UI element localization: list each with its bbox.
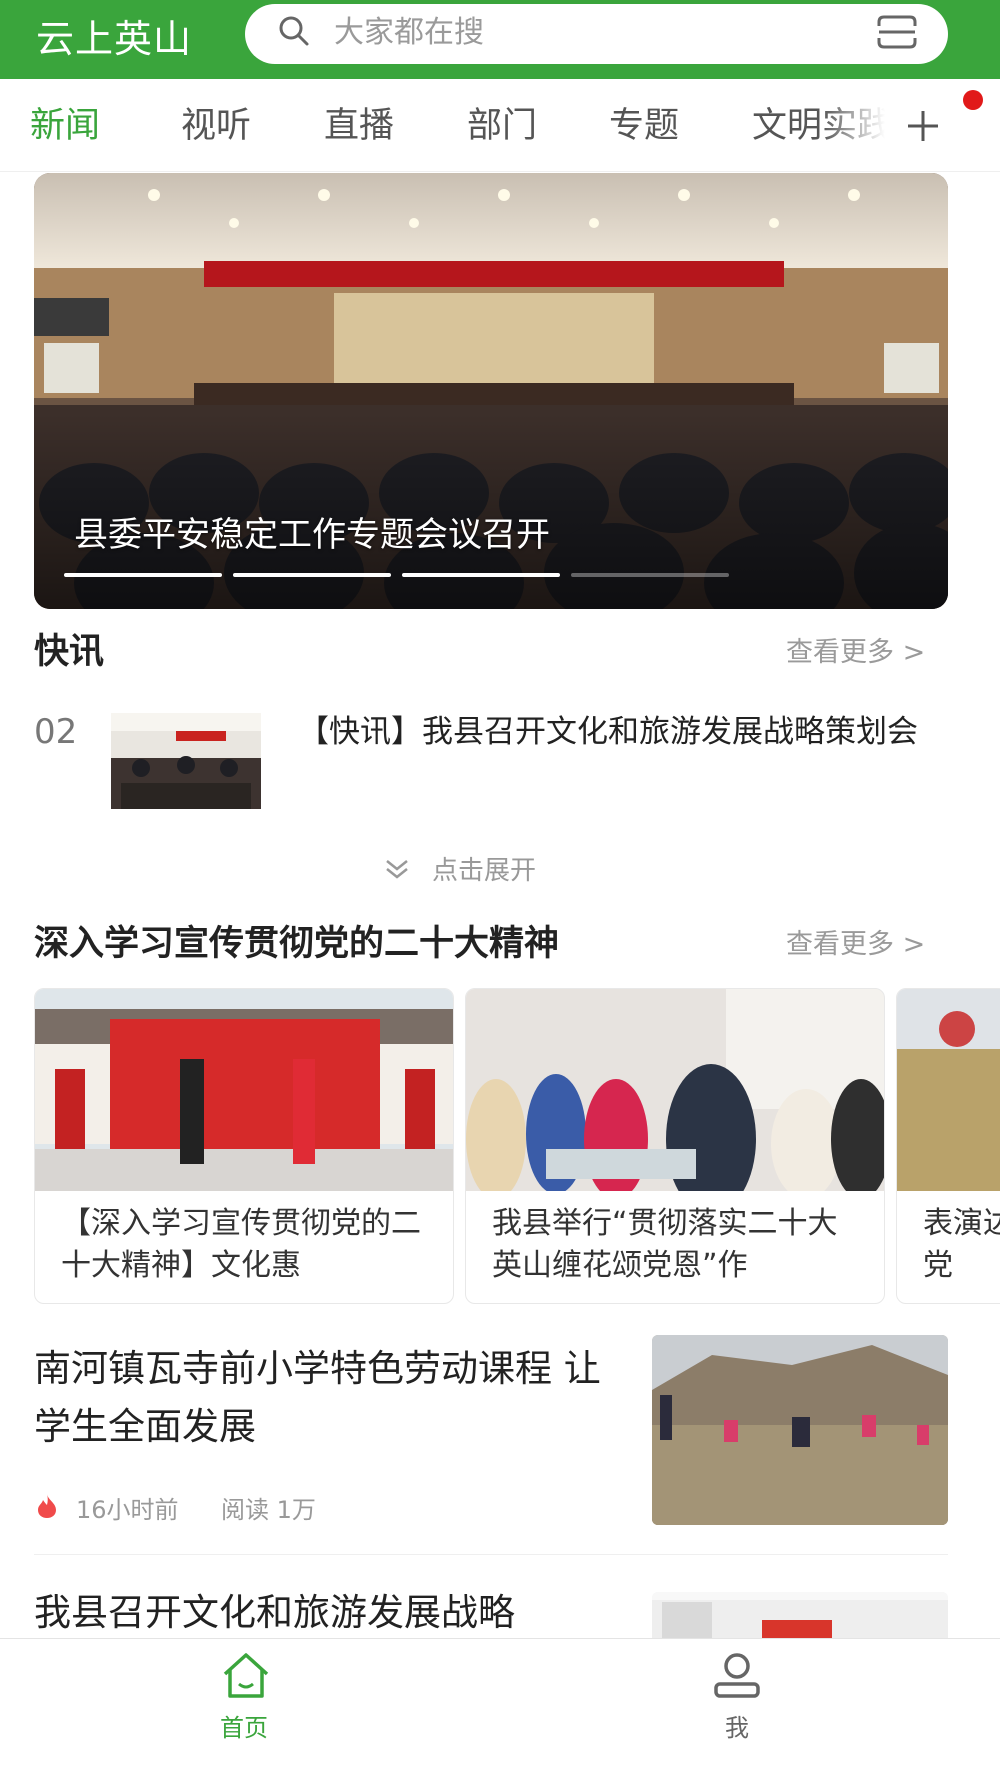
carousel-dot[interactable] xyxy=(64,573,222,577)
article-time: 16小时前 xyxy=(76,1496,179,1524)
tab-audio-video[interactable]: 视听 xyxy=(181,96,251,156)
app-title: 云上英山 xyxy=(36,17,193,61)
notification-dot xyxy=(963,90,983,110)
chevron-down-icon xyxy=(386,860,408,879)
home-icon[interactable] xyxy=(219,1650,273,1702)
carousel-dot[interactable] xyxy=(571,573,729,577)
article-title[interactable]: 我县召开文化和旅游发展战略 xyxy=(34,1584,614,1642)
user-icon[interactable] xyxy=(710,1650,764,1702)
tab-live[interactable]: 直播 xyxy=(324,96,394,156)
tab-news[interactable]: 新闻 xyxy=(30,96,100,156)
flash-thumbnail[interactable] xyxy=(111,713,261,809)
add-channel-icon[interactable] xyxy=(905,108,941,144)
nav-home-label[interactable]: 首页 xyxy=(220,1708,268,1743)
scan-icon[interactable] xyxy=(876,14,918,50)
expand-button[interactable]: 点击展开 xyxy=(432,850,536,887)
fire-icon xyxy=(38,1494,56,1518)
flash-section-title: 快讯 xyxy=(34,632,105,672)
carousel-dot-active[interactable] xyxy=(402,573,560,577)
tab-overflow-fade xyxy=(822,90,912,160)
article-divider xyxy=(34,1554,948,1555)
topic-card-text: 我县举行“贯彻落实二十大 英山缠花颂党恩”作 xyxy=(492,1206,838,1283)
article-title[interactable]: 南河镇瓦寺前小学特色劳动课程 让学生全面发展 xyxy=(34,1340,614,1456)
flash-headline[interactable]: 【快讯】我县召开文化和旅游发展战略策划会 xyxy=(298,710,948,754)
search-placeholder: 大家都在搜 xyxy=(334,15,484,50)
banner-caption: 县委平安稳定工作专题会议召开 xyxy=(74,515,550,555)
search-icon xyxy=(279,16,309,46)
article-thumbnail[interactable] xyxy=(652,1335,948,1525)
nav-me-label[interactable]: 我 xyxy=(725,1708,749,1743)
topic-card[interactable]: 表演达党 xyxy=(896,988,1000,1304)
topic-card[interactable]: 【深入学习宣传贯彻党的二十大精神】文化惠 xyxy=(34,988,454,1304)
flash-index: 02 xyxy=(34,712,78,752)
topic-more-link[interactable]: 查看更多 > xyxy=(786,922,925,961)
flash-more-link[interactable]: 查看更多 > xyxy=(786,630,925,669)
topic-card-text: 【深入学习宣传贯彻党的二十大精神】文化惠 xyxy=(61,1206,421,1283)
topic-card-text: 表演达党 xyxy=(923,1206,1000,1283)
bottom-navigation xyxy=(0,1638,1000,1779)
tab-topics[interactable]: 专题 xyxy=(609,96,679,156)
topic-section-title: 深入学习宣传贯彻党的二十大精神 xyxy=(34,924,560,964)
topic-card[interactable]: 我县举行“贯彻落实二十大 英山缠花颂党恩”作 xyxy=(465,988,885,1304)
article-thumbnail[interactable] xyxy=(652,1592,948,1638)
article-read-count: 阅读 1万 xyxy=(221,1496,316,1524)
tab-departments[interactable]: 部门 xyxy=(467,96,537,156)
carousel-dot[interactable] xyxy=(233,573,391,577)
